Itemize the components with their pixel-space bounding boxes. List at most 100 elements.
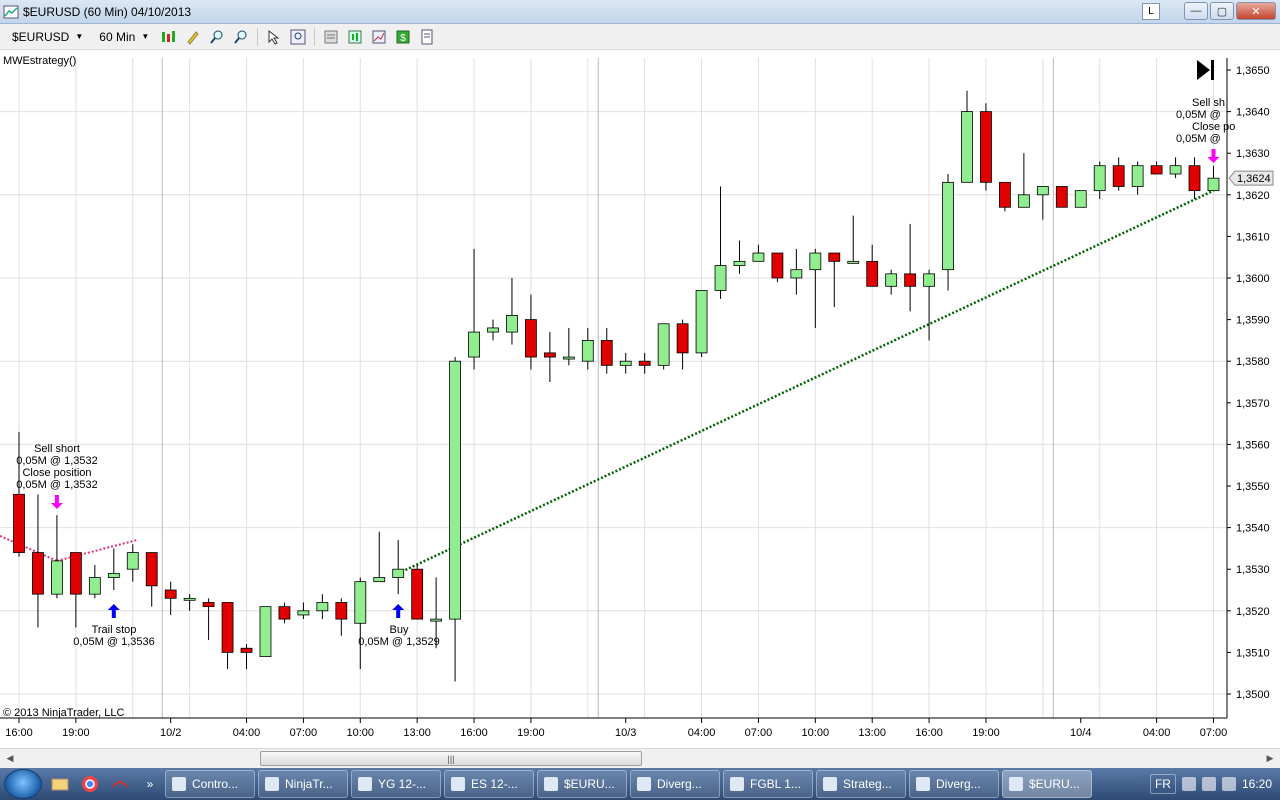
candle[interactable] <box>923 273 935 287</box>
taskbar-item[interactable]: FGBL 1... <box>723 770 813 798</box>
candle[interactable] <box>259 606 272 657</box>
candle[interactable] <box>221 602 234 653</box>
candle[interactable] <box>980 111 992 183</box>
candle[interactable] <box>619 360 632 366</box>
volume-icon[interactable] <box>1201 777 1216 791</box>
candle[interactable] <box>13 493 25 553</box>
language-indicator[interactable]: FR <box>1149 774 1176 794</box>
candle[interactable] <box>316 602 329 612</box>
window-icon <box>358 777 372 791</box>
candle[interactable] <box>733 260 746 266</box>
candle[interactable] <box>468 331 480 358</box>
candle[interactable] <box>942 181 954 271</box>
candle[interactable] <box>145 552 158 587</box>
taskbar-item[interactable]: $EURU... <box>1002 770 1092 798</box>
start-button[interactable] <box>4 769 42 799</box>
candle[interactable] <box>847 260 860 264</box>
candle[interactable] <box>1017 194 1030 208</box>
candle[interactable] <box>51 560 63 595</box>
ninja-icon[interactable] <box>108 772 132 796</box>
candle[interactable] <box>581 339 594 362</box>
scroll-left-icon[interactable]: ◀ <box>3 751 17 765</box>
candle[interactable] <box>373 577 386 583</box>
candle[interactable] <box>411 568 424 620</box>
candle[interactable] <box>88 577 101 595</box>
candle[interactable] <box>638 360 651 366</box>
taskbar-item[interactable]: YG 12-... <box>351 770 441 798</box>
candle[interactable] <box>126 552 139 570</box>
play-icon[interactable] <box>1197 60 1210 80</box>
candle[interactable] <box>771 252 784 279</box>
candle[interactable] <box>1169 165 1182 175</box>
chrome-icon[interactable] <box>78 772 102 796</box>
candle[interactable] <box>1036 186 1049 196</box>
explorer-icon[interactable] <box>48 772 72 796</box>
candle[interactable] <box>657 323 670 366</box>
candle[interactable] <box>828 252 841 262</box>
candle[interactable] <box>866 260 879 287</box>
candle[interactable] <box>1188 165 1201 192</box>
candle[interactable] <box>183 597 196 601</box>
sell-arrow-icon <box>50 495 63 509</box>
candle[interactable] <box>240 647 253 653</box>
candle[interactable] <box>1150 165 1163 175</box>
candle[interactable] <box>1055 186 1068 208</box>
candle[interactable] <box>297 610 310 616</box>
candle[interactable] <box>202 602 215 608</box>
candle[interactable] <box>1207 177 1220 192</box>
price-chart[interactable]: 1,3650 1,3640 1,3630 1,3620 1,3610 1,3600 1,35… <box>0 0 1280 748</box>
taskbar-item[interactable]: Diverg... <box>630 770 720 798</box>
antivirus-icon[interactable] <box>1221 777 1236 791</box>
candle[interactable] <box>1093 165 1106 192</box>
candle[interactable] <box>506 315 518 333</box>
taskbar-item-label: $EURU... <box>564 777 615 791</box>
candle[interactable] <box>885 273 898 287</box>
network-icon[interactable] <box>1181 777 1196 791</box>
clock[interactable]: 16:20 <box>1242 777 1272 791</box>
candle[interactable] <box>1131 165 1144 187</box>
y-tick-label: 1,3590 <box>1236 315 1270 327</box>
scroll-thumb[interactable]: ||| <box>260 751 642 766</box>
candle[interactable] <box>695 290 708 354</box>
scroll-right-icon[interactable]: ▶ <box>1263 751 1277 765</box>
go-to-end-icon[interactable] <box>1211 60 1214 80</box>
taskbar-item[interactable]: Contro... <box>165 770 255 798</box>
candle[interactable] <box>449 360 461 620</box>
candle[interactable] <box>335 602 348 620</box>
candle[interactable] <box>676 323 689 354</box>
candle[interactable] <box>525 319 537 358</box>
taskbar-item[interactable]: NinjaTr... <box>258 770 348 798</box>
candle[interactable] <box>714 265 727 291</box>
candle[interactable] <box>543 352 556 358</box>
taskbar-item[interactable]: Diverg... <box>909 770 999 798</box>
x-tick-label: 13:00 <box>403 727 431 739</box>
candle[interactable] <box>1074 190 1087 208</box>
taskbar-item-label: Strateg... <box>843 777 892 791</box>
candle[interactable] <box>752 252 765 262</box>
candle[interactable] <box>430 618 443 622</box>
candle[interactable] <box>1112 165 1125 187</box>
candle[interactable] <box>809 252 822 271</box>
overflow-icon[interactable]: » <box>138 772 162 796</box>
candle[interactable] <box>600 339 613 366</box>
candle[interactable] <box>562 356 575 360</box>
candle[interactable] <box>107 572 120 578</box>
taskbar-item[interactable]: $EURU... <box>537 770 627 798</box>
candle[interactable] <box>790 269 803 279</box>
taskbar-item[interactable]: Strateg... <box>816 770 906 798</box>
candle[interactable] <box>961 111 973 183</box>
candle[interactable] <box>392 568 405 578</box>
candle[interactable] <box>904 273 917 287</box>
candle[interactable] <box>278 606 291 620</box>
trade-label: 0,05M @ <box>1176 133 1221 145</box>
candle[interactable] <box>487 327 499 333</box>
candle[interactable] <box>32 552 44 595</box>
candle[interactable] <box>69 552 82 595</box>
y-tick-label: 1,3540 <box>1236 523 1270 535</box>
y-tick-label: 1,3500 <box>1236 689 1270 701</box>
candle[interactable] <box>164 589 177 599</box>
taskbar-item[interactable]: ES 12-... <box>444 770 534 798</box>
horizontal-scrollbar[interactable]: ◀ ||| ▶ <box>0 748 1280 768</box>
candle[interactable] <box>354 581 367 624</box>
candle[interactable] <box>999 181 1011 208</box>
